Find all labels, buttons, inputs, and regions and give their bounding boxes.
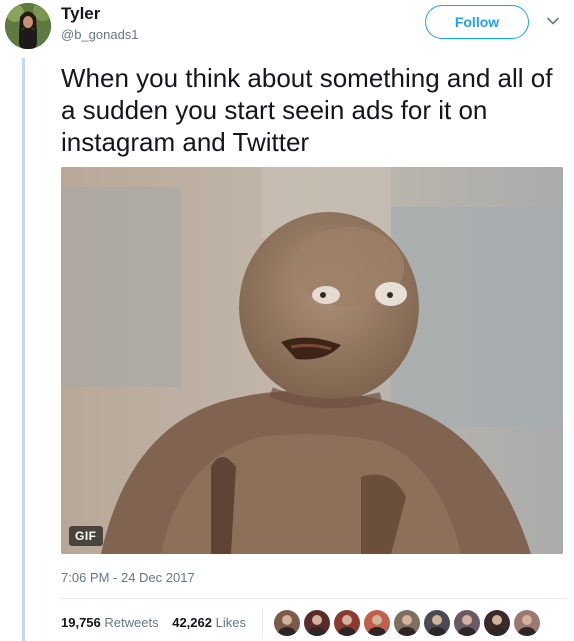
puppet-monkey-gif xyxy=(61,167,563,554)
liker-avatar-2[interactable] xyxy=(304,610,330,636)
author-handle[interactable]: @b_gonads1 xyxy=(61,27,139,42)
follow-button[interactable]: Follow xyxy=(425,5,529,39)
author-name[interactable]: Tyler xyxy=(61,4,100,24)
stats-divider xyxy=(61,598,567,599)
liker-avatar-5[interactable] xyxy=(394,610,420,636)
retweets-stat[interactable]: 19,756 Retweets xyxy=(61,615,159,630)
liker-avatar-3[interactable] xyxy=(334,610,360,636)
likes-count: 42,262 xyxy=(172,615,212,630)
tweet-stats: 19,756 Retweets 42,262 Likes xyxy=(61,615,256,630)
tweet-timestamp[interactable]: 7:06 PM - 24 Dec 2017 xyxy=(61,570,195,585)
liker-avatar-7[interactable] xyxy=(454,610,480,636)
liker-avatar-9[interactable] xyxy=(514,610,540,636)
chevron-down-icon[interactable] xyxy=(546,14,560,28)
liker-avatar-1[interactable] xyxy=(274,610,300,636)
gif-badge: GIF xyxy=(69,526,103,546)
tweet-text: When you think about something and all o… xyxy=(61,63,553,157)
tweet-media-gif[interactable]: GIF xyxy=(61,167,563,554)
liker-avatar-4[interactable] xyxy=(364,610,390,636)
thread-line xyxy=(22,58,25,641)
retweets-label: Retweets xyxy=(104,615,159,630)
liker-avatar-6[interactable] xyxy=(424,610,450,636)
retweets-count: 19,756 xyxy=(61,615,101,630)
stats-separator xyxy=(262,606,263,638)
author-avatar[interactable] xyxy=(5,3,51,49)
likes-label: Likes xyxy=(215,615,246,630)
liker-avatar-8[interactable] xyxy=(484,610,510,636)
likes-stat[interactable]: 42,262 Likes xyxy=(172,615,246,630)
liker-avatars xyxy=(274,610,540,636)
